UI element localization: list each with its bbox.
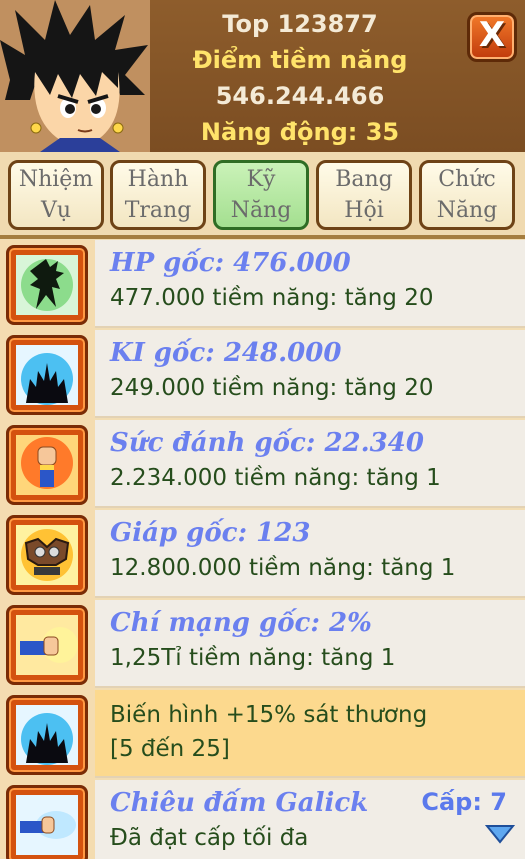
skill-list[interactable]: HP gốc: 476.000 477.000 tiềm năng: tăng … [0, 239, 525, 859]
skill-range: [5 đến 25] [110, 736, 230, 762]
stat-upgrade-cost: 1,25Tỉ tiềm năng: tăng 1 [110, 645, 396, 671]
skill-description: Biến hình +15% sát thương [110, 702, 428, 728]
stat-title: HP gốc: 476.000 [110, 248, 351, 278]
stat-upgrade-cost: 2.234.000 tiềm năng: tăng 1 [110, 465, 441, 491]
stat-title: Chí mạng gốc: 2% [110, 608, 372, 638]
list-item-armor[interactable]: Giáp gốc: 123 12.800.000 tiềm năng: tăng… [0, 510, 525, 600]
close-button[interactable]: X [467, 12, 517, 62]
tab-label: Trang [124, 198, 192, 223]
punch-blast-icon [6, 605, 88, 685]
avatar [0, 0, 150, 152]
blue-aura-icon [6, 335, 88, 415]
tab-clan[interactable]: Bang Hội [316, 160, 412, 230]
galick-icon [6, 785, 88, 859]
tab-skills[interactable]: Kỹ Năng [213, 160, 309, 230]
skill-status: Đã đạt cấp tối đa [110, 825, 309, 851]
list-item-transform[interactable]: Biến hình +15% sát thương [5 đến 25] [0, 690, 525, 780]
tab-label: Bang [335, 167, 393, 192]
fist-icon [6, 425, 88, 505]
tab-missions[interactable]: Nhiệm Vụ [8, 160, 104, 230]
tab-bar: Nhiệm Vụ Hành Trang Kỹ Năng Bang Hội Chứ… [0, 152, 525, 236]
list-item-hp[interactable]: HP gốc: 476.000 477.000 tiềm năng: tăng … [0, 240, 525, 330]
header-stats: Top 123877 Điểm tiềm năng 546.244.466 Nă… [150, 0, 450, 152]
stat-title: Giáp gốc: 123 [110, 518, 311, 548]
stat-title: KI gốc: 248.000 [110, 338, 342, 368]
list-item-attack[interactable]: Sức đánh gốc: 22.340 2.234.000 tiềm năng… [0, 420, 525, 510]
potential-points-label: Điểm tiềm năng [192, 46, 408, 74]
tab-label: Nhiệm [18, 167, 94, 192]
armor-icon [6, 515, 88, 595]
stat-title: Sức đánh gốc: 22.340 [110, 428, 424, 458]
potential-points-value: 546.244.466 [215, 82, 385, 110]
tab-label: Vụ [40, 198, 72, 223]
profile-header: Top 123877 Điểm tiềm năng 546.244.466 Nă… [0, 0, 525, 152]
list-item-critical[interactable]: Chí mạng gốc: 2% 1,25Tỉ tiềm năng: tăng … [0, 600, 525, 690]
stat-upgrade-cost: 12.800.000 tiềm năng: tăng 1 [110, 555, 456, 581]
transform-icon [6, 695, 88, 775]
list-item-ki[interactable]: KI gốc: 248.000 249.000 tiềm năng: tăng … [0, 330, 525, 420]
green-silhouette-icon [6, 245, 88, 325]
rank-label: Top 123877 [222, 10, 378, 38]
stat-upgrade-cost: 477.000 tiềm năng: tăng 20 [110, 285, 434, 311]
stat-upgrade-cost: 249.000 tiềm năng: tăng 20 [110, 375, 434, 401]
tab-label: Năng [230, 198, 292, 223]
tab-label: Hội [344, 198, 384, 223]
activity-label: Năng động: 35 [200, 118, 400, 146]
list-item-galick[interactable]: Chiêu đấm Galick Cấp: 7 Đã đạt cấp tối đ… [0, 780, 525, 859]
tab-label: Hành [127, 167, 189, 192]
tab-label: Chức [438, 167, 496, 192]
tab-label: Kỹ [246, 167, 276, 192]
tab-functions[interactable]: Chức Năng [419, 160, 515, 230]
skill-title: Chiêu đấm Galick [110, 788, 369, 818]
skill-level: Cấp: 7 [421, 788, 507, 816]
scroll-down-arrow-icon[interactable] [485, 824, 515, 844]
tab-label: Năng [436, 198, 498, 223]
tab-inventory[interactable]: Hành Trang [110, 160, 206, 230]
